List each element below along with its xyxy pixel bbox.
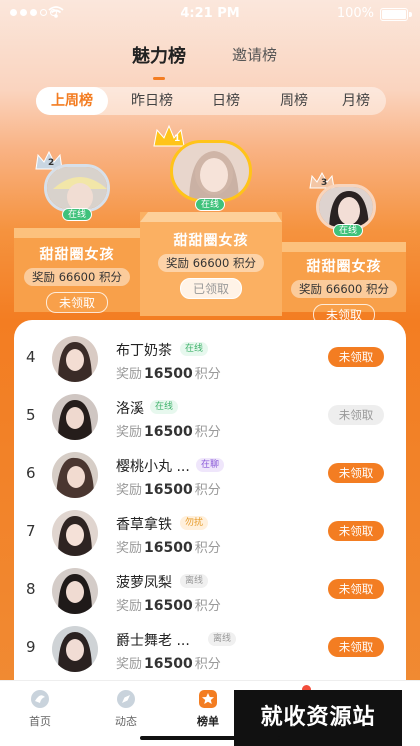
nav-ranking-label: 榜单 [197,715,219,728]
nav-feed-label: 动态 [115,715,137,728]
list-avatar[interactable] [52,510,98,556]
avatar-first[interactable] [170,140,252,202]
list-status-badge: 勿扰 [180,516,209,530]
nav-home-label: 首页 [29,715,51,728]
list-reward: 奖励 16500 积分 [116,598,221,614]
period-tab-yesterday[interactable]: 昨日榜 [116,87,188,115]
list-status-badge: 在线 [180,342,209,356]
list-name: 洛溪 [116,401,144,417]
battery-icon [380,8,408,21]
podium-third-name: 甜甜圈女孩 [306,259,382,275]
podium-third-reward: 奖励 66600 积分 [291,280,397,298]
list-name: 爵士舞老 ... [116,633,190,649]
list-reward: 奖励 16500 积分 [116,424,221,440]
list-item[interactable]: 8 菠萝凤梨 离线 奖励 16500 积分 未领取 [14,562,406,620]
list-name: 香草拿铁 [116,517,172,533]
tab-charm[interactable]: 魅力榜 [132,42,186,80]
podium-first-claim-button[interactable]: 已领取 [179,278,242,299]
list-name: 樱桃小丸 ... [116,459,190,475]
list-status-badge: 离线 [208,632,237,646]
rank-first-number: 1 [174,134,181,144]
list-item[interactable]: 4 布丁奶茶 在线 奖励 16500 积分 未领取 [14,330,406,388]
list-name: 菠萝凤梨 [116,575,172,591]
podium-second-reward: 奖励 66600 积分 [24,268,130,286]
avatar-second[interactable] [44,164,110,212]
status-badge-first: 在线 [195,198,226,211]
star-icon [199,690,217,708]
status-bar: 4:21 PM 100% [0,0,420,28]
list-reward: 奖励 16500 积分 [116,482,221,498]
podium-second: 甜甜圈女孩 奖励 66600 积分 未领取 [14,244,140,313]
list-claim-button[interactable]: 未领取 [328,347,384,367]
nav-ranking[interactable]: 榜单 [178,689,238,729]
status-badge-second: 在线 [62,208,93,221]
period-tab-day[interactable]: 日榜 [196,87,256,115]
list-avatar[interactable] [52,626,98,672]
nav-feed[interactable]: 动态 [96,689,156,729]
list-rank: 6 [26,464,36,482]
nav-home[interactable]: 首页 [10,689,70,729]
rank-second-number: 2 [48,158,55,168]
list-claim-button[interactable]: 未领取 [328,521,384,541]
compass-icon [117,690,135,708]
list-item[interactable]: 5 洛溪 在线 奖励 16500 积分 未领取 [14,388,406,446]
podium-second-claim-button[interactable]: 未领取 [45,292,108,313]
list-reward: 奖励 16500 积分 [116,540,221,556]
battery-percent: 100% [336,6,374,21]
podium-first-reward: 奖励 66600 积分 [158,254,264,272]
tab-invite[interactable]: 邀请榜 [232,44,277,65]
period-tab-last-week[interactable]: 上周榜 [36,87,108,115]
list-reward: 奖励 16500 积分 [116,366,221,382]
home-indicator[interactable] [140,736,280,740]
podium-second-name: 甜甜圈女孩 [39,247,115,263]
list-item[interactable]: 7 香草拿铁 勿扰 奖励 16500 积分 未领取 [14,504,406,562]
list-avatar[interactable] [52,394,98,440]
list-rank: 9 [26,638,36,656]
list-rank: 8 [26,580,36,598]
list-status-badge: 离线 [180,574,209,588]
list-avatar[interactable] [52,568,98,614]
list-avatar[interactable] [52,452,98,498]
list-claim-button[interactable]: 未领取 [328,405,384,425]
period-tabs: 上周榜 昨日榜 日榜 周榜 月榜 [36,87,386,115]
list-claim-button[interactable]: 未领取 [328,463,384,483]
home-icon [31,690,49,708]
list-claim-button[interactable]: 未领取 [328,637,384,657]
list-rank: 5 [26,406,36,424]
list-item[interactable]: 9 爵士舞老 ... 离线 奖励 16500 积分 未领取 [14,620,406,678]
list-name: 布丁奶茶 [116,343,172,359]
list-claim-button[interactable]: 未领取 [328,579,384,599]
podium-first: 甜甜圈女孩 奖励 66600 积分 已领取 [140,230,282,299]
list-rank: 4 [26,348,36,366]
status-badge-third: 在线 [333,224,364,237]
list-status-badge: 在聊 [196,458,225,472]
list-rank: 7 [26,522,36,540]
period-tab-month[interactable]: 月榜 [326,87,386,115]
period-tab-week[interactable]: 周榜 [264,87,324,115]
list-reward: 奖励 16500 积分 [116,656,221,672]
list-status-badge: 在线 [150,400,179,414]
list-avatar[interactable] [52,336,98,382]
list-item[interactable]: 6 樱桃小丸 ... 在聊 奖励 16500 积分 未领取 [14,446,406,504]
podium-third: 甜甜圈女孩 奖励 66600 积分 未领取 [282,256,406,325]
podium-first-name: 甜甜圈女孩 [173,233,249,249]
